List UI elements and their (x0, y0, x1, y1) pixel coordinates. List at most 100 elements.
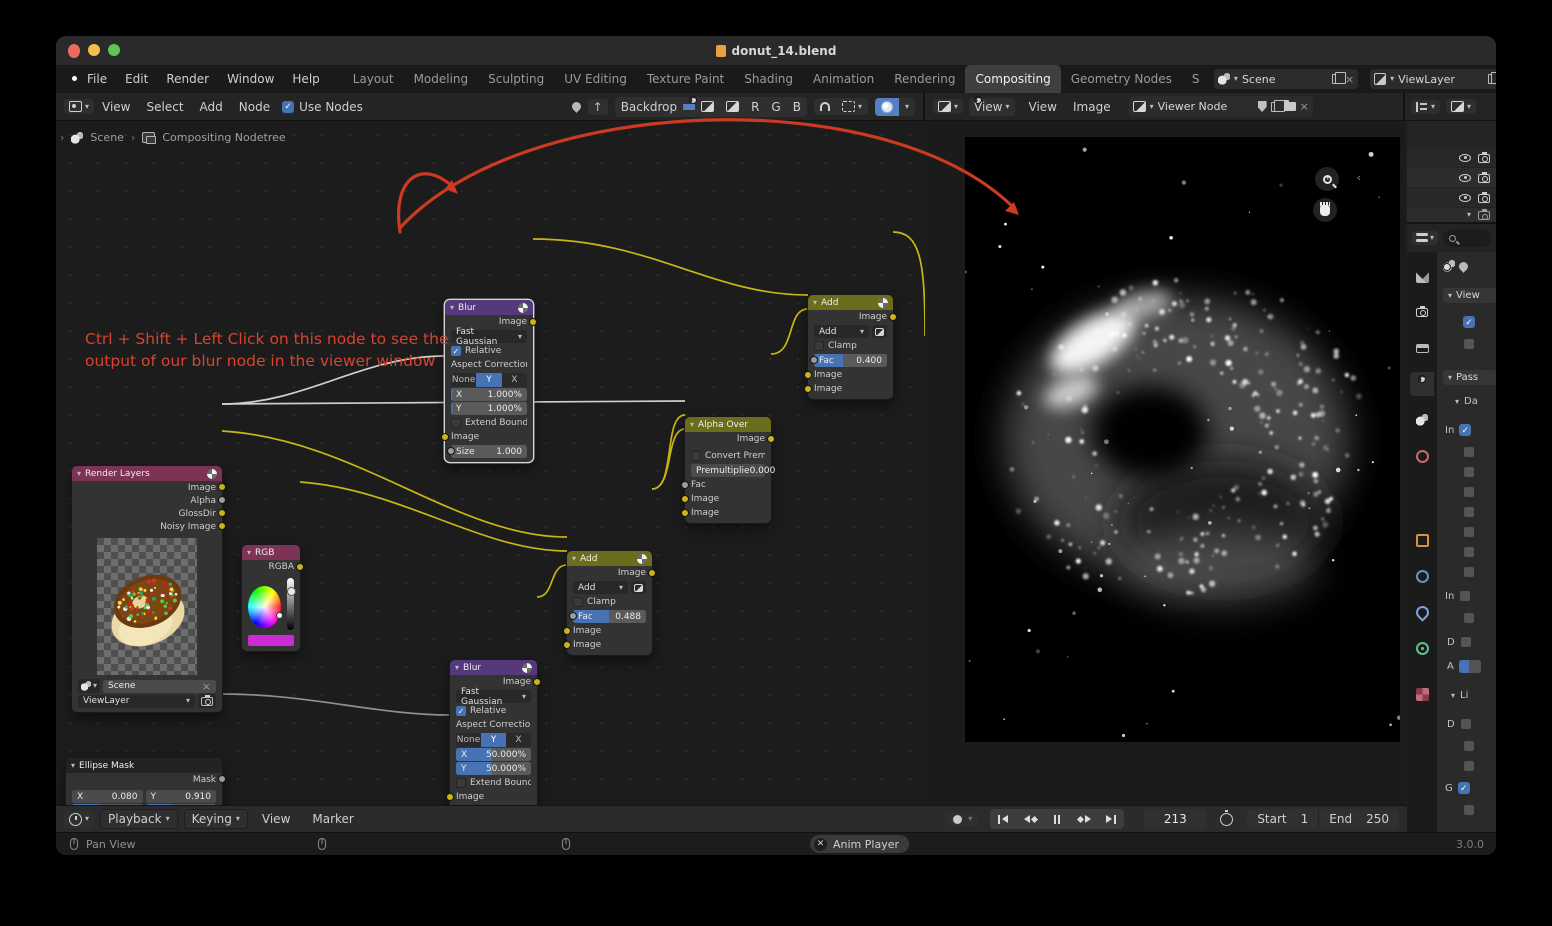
socket-alpha-out[interactable] (218, 496, 226, 504)
d-row[interactable]: D (1447, 636, 1472, 648)
tab-shading[interactable]: Shading (734, 67, 803, 91)
socket-image1-in[interactable] (804, 371, 812, 379)
socket-size-in[interactable] (447, 447, 455, 455)
display-channels-dropdown[interactable]: View▾ (969, 98, 1015, 116)
outliner-row[interactable] (1407, 188, 1496, 207)
pin-icon[interactable] (1457, 260, 1470, 273)
socket-fac-in[interactable] (810, 356, 818, 364)
tab-output[interactable] (1410, 336, 1434, 360)
socket-image-out[interactable] (533, 678, 541, 686)
tab-animation[interactable]: Animation (803, 67, 884, 91)
editor-type-button[interactable]: ▾ (64, 99, 94, 114)
checkbox[interactable] (1463, 466, 1475, 478)
d-row[interactable]: D (1447, 718, 1472, 730)
checkbox[interactable] (1460, 718, 1472, 730)
fac-slider[interactable]: Fac0.400 (814, 354, 887, 367)
panel-data[interactable]: ▾Da (1455, 396, 1478, 407)
new-viewlayer-icon[interactable] (1488, 74, 1496, 84)
jump-to-start-button[interactable] (990, 809, 1016, 829)
outliner-row[interactable] (1407, 148, 1496, 167)
close-icon[interactable]: ✕ (814, 838, 827, 851)
tab-rendering[interactable]: Rendering (884, 67, 965, 91)
checkbox[interactable] (1463, 760, 1475, 772)
eye-icon[interactable] (1459, 194, 1471, 202)
value-slider[interactable] (287, 578, 294, 630)
checkbox[interactable] (1460, 636, 1472, 648)
checkbox[interactable] (1463, 506, 1475, 518)
tab-render[interactable] (1410, 300, 1434, 324)
filter-type-dropdown[interactable]: Fast Gaussian▾ (451, 330, 527, 343)
convert-premul-checkbox[interactable] (691, 451, 701, 461)
node-add-top[interactable]: ▾Add Image Add▾ Clamp Fac0.400 Image Ima… (808, 295, 893, 399)
node-add-middle[interactable]: ▾Add Image Add▾ Clamp Fac0.488 Image Ima… (567, 551, 652, 655)
include-row[interactable]: In✓ (1445, 424, 1471, 436)
clamp-checkbox[interactable] (814, 341, 824, 351)
blur-y-field[interactable]: Y50.000% (456, 762, 531, 775)
render-button[interactable] (198, 694, 216, 708)
blur-x-field[interactable]: X1.000% (451, 388, 527, 401)
outliner-row[interactable] (1407, 168, 1496, 187)
tab-sculpting[interactable]: Sculpting (478, 67, 554, 91)
fac-slider[interactable]: Fac0.488 (573, 610, 646, 623)
tab-world[interactable] (1410, 444, 1434, 468)
socket-image-in[interactable] (441, 433, 449, 441)
socket-rgba-out[interactable] (296, 563, 304, 571)
chevron-down-icon[interactable]: ▾ (968, 815, 972, 823)
checkbox-checked[interactable]: ✓ (1463, 316, 1475, 328)
backdrop-channel-color-alpha[interactable] (683, 104, 695, 110)
extend-bounds-checkbox[interactable] (456, 778, 466, 788)
playback-menu[interactable]: Playback▾ (100, 809, 178, 829)
tab-geometry-nodes[interactable]: Geometry Nodes (1061, 67, 1182, 91)
collapse-icon[interactable]: ▾ (455, 664, 459, 672)
expand-icon[interactable]: › (60, 131, 64, 144)
viewlayer-selector[interactable]: ▾ ViewLayer × (1370, 69, 1496, 89)
pin-icon[interactable] (570, 100, 583, 113)
open-image-icon[interactable] (1284, 102, 1296, 111)
node-header[interactable]: ▾RGB (242, 545, 300, 560)
panel-view[interactable]: ▾View (1443, 288, 1496, 303)
outliner-display-mode[interactable]: ▾ (1411, 100, 1440, 114)
checkbox[interactable] (1463, 446, 1475, 458)
color-cursor[interactable] (276, 612, 283, 619)
width-field[interactable]: Width0.500 (72, 804, 143, 805)
node-header[interactable]: ▾Add (808, 295, 893, 310)
relative-checkbox[interactable]: ✓ (456, 706, 466, 716)
pass-checkbox-row[interactable] (1463, 446, 1475, 458)
camera-icon[interactable] (1478, 174, 1490, 183)
tab-texture[interactable] (1410, 682, 1434, 706)
node-header[interactable]: ▾Alpha Over (685, 417, 771, 432)
checkbox[interactable] (1463, 338, 1475, 350)
pass-checkbox-row[interactable] (1463, 506, 1475, 518)
backdrop-channel-alpha[interactable] (720, 98, 745, 115)
checkbox[interactable] (1463, 546, 1475, 558)
menu-help[interactable]: Help (283, 68, 328, 90)
zoom-gizmo-button[interactable] (1315, 167, 1339, 191)
backdrop-channel-color[interactable] (695, 98, 720, 115)
stopwatch-icon[interactable] (1220, 813, 1233, 826)
use-nodes-toggle[interactable]: ✓ Use Nodes (282, 100, 363, 114)
collapse-icon[interactable]: ▾ (247, 549, 251, 557)
compositor-node-editor[interactable]: › Scene › Compositing Nodetree Ctrl + Sh… (56, 121, 925, 805)
y-field[interactable]: Y0.910 (146, 790, 217, 803)
node-header[interactable]: ▾Blur (450, 660, 537, 675)
value-slider-handle[interactable] (287, 587, 296, 596)
collapse-icon[interactable]: ▾ (572, 555, 576, 563)
pan-gizmo-button[interactable] (1313, 198, 1337, 222)
channel-g-button[interactable]: G (765, 97, 786, 117)
editor-type-button[interactable]: ▾ (1412, 231, 1438, 245)
socket-image-out[interactable] (648, 569, 656, 577)
aspect-segmented[interactable]: NoneYX (456, 733, 531, 747)
menu-marker[interactable]: Marker (304, 808, 361, 830)
tab-scene[interactable] (1410, 408, 1434, 432)
collapse-icon[interactable]: ▾ (450, 304, 454, 312)
tab-object[interactable] (1410, 528, 1434, 552)
camera-x-icon[interactable] (1478, 211, 1490, 220)
unlink-scene-icon[interactable]: × (1345, 74, 1354, 85)
socket-image-out[interactable] (529, 318, 537, 326)
tab-texture-paint[interactable]: Texture Paint (637, 67, 734, 91)
socket-image-out[interactable] (767, 435, 775, 443)
view-checkbox-row[interactable] (1463, 338, 1475, 350)
tab-view-layer[interactable] (1410, 372, 1434, 396)
unlink-image-icon[interactable]: × (1300, 101, 1309, 112)
fake-user-icon[interactable] (1258, 101, 1267, 112)
